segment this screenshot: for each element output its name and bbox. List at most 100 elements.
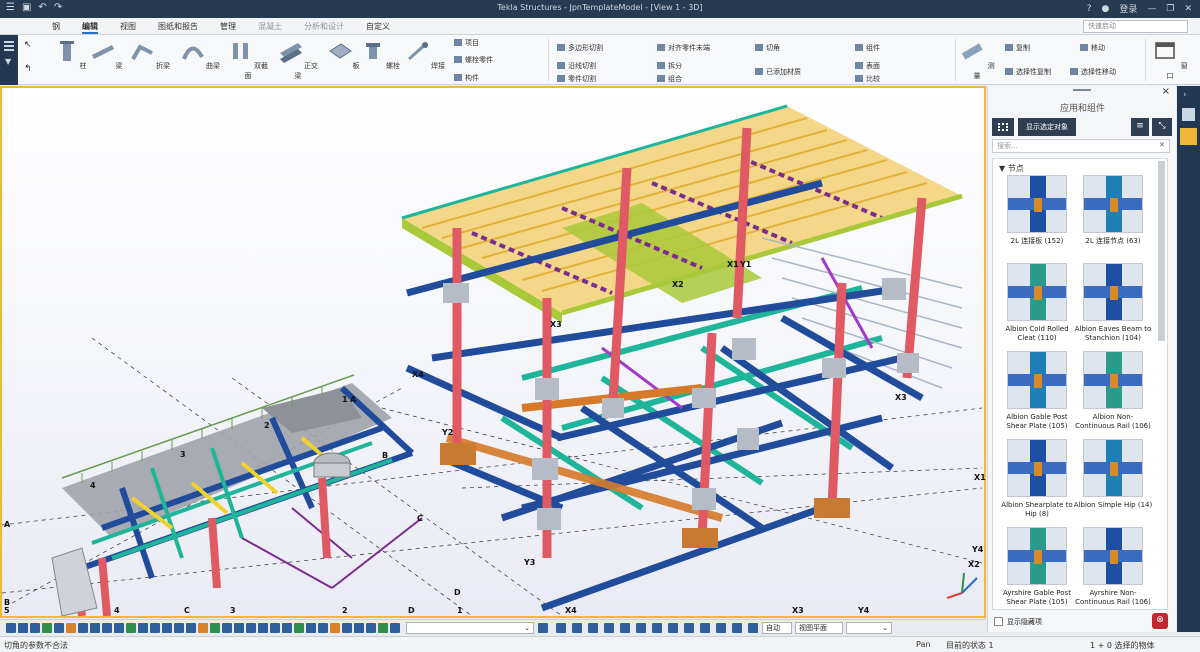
copy-button[interactable]: 复制	[1005, 43, 1030, 53]
bolt-part-button[interactable]: 螺栓零件	[454, 55, 493, 65]
snap-tool-button[interactable]	[174, 623, 184, 633]
tab-2[interactable]: 视图	[120, 21, 136, 34]
maximize-button[interactable]: ❐	[1166, 4, 1174, 14]
component-item[interactable]: Ayrshire Gable Post Shear Plate (105)	[997, 527, 1077, 607]
list-scrollbar[interactable]	[1158, 161, 1165, 341]
snap-tool-button[interactable]	[150, 623, 160, 633]
show-selected-button[interactable]: 显示选定对象	[1018, 118, 1076, 136]
snap-tool-button[interactable]	[222, 623, 232, 633]
snap-tool-button[interactable]	[42, 623, 52, 633]
snap-icon[interactable]: ↰	[24, 64, 32, 74]
snap-tool-button[interactable]	[126, 623, 136, 633]
move-button[interactable]: 移动	[1080, 43, 1105, 53]
tab-1[interactable]: 编辑	[82, 21, 98, 34]
polybeam-button[interactable]: 折梁	[130, 39, 170, 71]
snap-tool-button[interactable]	[354, 623, 364, 633]
plane-dropdown[interactable]: 视图平面	[795, 622, 843, 634]
select-tool-button[interactable]	[716, 623, 726, 633]
snap-tool-button[interactable]	[210, 623, 220, 633]
twin-profile-button[interactable]: 双截面	[228, 39, 268, 81]
snap-tool-button[interactable]	[366, 623, 376, 633]
component-item[interactable]: Albion Simple Hip (14)	[1073, 439, 1153, 510]
line-cut-button[interactable]: 沿线切割	[557, 61, 596, 71]
model-canvas[interactable]	[1, 88, 984, 617]
fit-part-end-button[interactable]: 对齐零件末端	[657, 43, 710, 53]
user-icon[interactable]: ●	[1102, 4, 1110, 14]
selection-filter-dropdown[interactable]: ⌄	[406, 622, 534, 634]
grid-view-button[interactable]	[992, 118, 1014, 136]
snap-tool-button[interactable]	[6, 623, 16, 633]
panel-close-button[interactable]: ×	[1162, 86, 1170, 97]
component-button[interactable]: 构件	[454, 73, 479, 83]
tab-3[interactable]: 图纸和报告	[158, 21, 198, 34]
split-button[interactable]: 拆分	[657, 61, 682, 71]
select-tool-button[interactable]	[684, 623, 694, 633]
side-menu-bar[interactable]: ▼	[0, 35, 18, 85]
snap-tool-button[interactable]	[78, 623, 88, 633]
component-item[interactable]: Albion Gable Post Shear Plate (105)	[997, 351, 1077, 431]
chamfer-button[interactable]: 切角	[755, 43, 780, 53]
compare-button[interactable]: 比较	[855, 74, 880, 84]
curved-beam-button[interactable]: 曲梁	[180, 39, 220, 71]
snap-tool-button[interactable]	[114, 623, 124, 633]
snap-tool-button[interactable]	[90, 623, 100, 633]
window-button[interactable]: 窗口	[1150, 39, 1190, 81]
snap-tool-button[interactable]	[390, 623, 400, 633]
part-cut-button[interactable]: 零件切割	[557, 74, 596, 84]
select-tool-button[interactable]	[636, 623, 646, 633]
select-tool-button[interactable]	[748, 623, 758, 633]
component-item[interactable]: Albion Shearplate to Hip (8)	[997, 439, 1077, 519]
snap-tool-button[interactable]	[162, 623, 172, 633]
beam-button[interactable]: 梁	[86, 39, 126, 71]
tab-4[interactable]: 管理	[220, 21, 236, 34]
panel-search-input[interactable]: 搜索...	[992, 139, 1170, 153]
snap-tool-button[interactable]	[54, 623, 64, 633]
select-tool-button[interactable]	[652, 623, 662, 633]
select-tool-button[interactable]	[588, 623, 598, 633]
extra-dropdown[interactable]: ⌄	[846, 622, 892, 634]
stop-icon[interactable]: ⊗	[1152, 613, 1168, 629]
tab-5[interactable]: 混凝土	[258, 21, 282, 34]
expand-icon[interactable]: ▼	[5, 57, 11, 66]
bolt-button[interactable]: 螺栓	[360, 39, 400, 71]
component-item[interactable]: 2L 连接板 (152)	[997, 175, 1077, 246]
chevron-right-icon[interactable]: ›	[1183, 90, 1187, 100]
select-tool-button[interactable]	[538, 623, 548, 633]
tab-7[interactable]: 自定义	[366, 21, 390, 34]
snap-tool-button[interactable]	[330, 623, 340, 633]
select-arrow-icon[interactable]: ↖	[24, 40, 32, 50]
snap-tool-button[interactable]	[342, 623, 352, 633]
column-button[interactable]: 柱	[50, 39, 90, 71]
copy-special-button[interactable]: 选择性复制	[1005, 67, 1051, 77]
snap-tool-button[interactable]	[198, 623, 208, 633]
component-item[interactable]: Ayrshire Non-Continuous Rail (106)	[1073, 527, 1153, 607]
snap-tool-button[interactable]	[318, 623, 328, 633]
list-view-button[interactable]: ≡	[1131, 118, 1149, 136]
collapse-icon[interactable]: ⤡	[1152, 118, 1172, 136]
select-tool-button[interactable]	[556, 623, 566, 633]
move-special-button[interactable]: 选择性移动	[1070, 67, 1116, 77]
item-button[interactable]: 项目	[454, 38, 479, 48]
weld-button[interactable]: 焊接	[405, 39, 445, 71]
snap-mode-dropdown[interactable]: 自动	[762, 622, 792, 634]
snap-tool-button[interactable]	[138, 623, 148, 633]
hamburger-icon[interactable]	[4, 41, 14, 43]
components-icon[interactable]	[1180, 128, 1197, 145]
help-button[interactable]: ?	[1087, 4, 1092, 14]
category-header[interactable]: ▼ 节点	[999, 163, 1024, 174]
snap-tool-button[interactable]	[282, 623, 292, 633]
snap-tool-button[interactable]	[66, 623, 76, 633]
snap-tool-button[interactable]	[186, 623, 196, 633]
snap-tool-button[interactable]	[234, 623, 244, 633]
component-item[interactable]: Albion Cold Rolled Cleat (110)	[997, 263, 1077, 343]
snap-tool-button[interactable]	[18, 623, 28, 633]
select-tool-button[interactable]	[732, 623, 742, 633]
select-tool-button[interactable]	[668, 623, 678, 633]
snap-tool-button[interactable]	[246, 623, 256, 633]
snap-tool-button[interactable]	[30, 623, 40, 633]
snap-tool-button[interactable]	[270, 623, 280, 633]
select-tool-button[interactable]	[700, 623, 710, 633]
select-tool-button[interactable]	[604, 623, 614, 633]
component-item[interactable]: 2L 连接节点 (63)	[1073, 175, 1153, 246]
clear-search-icon[interactable]: ✕	[1159, 141, 1165, 149]
